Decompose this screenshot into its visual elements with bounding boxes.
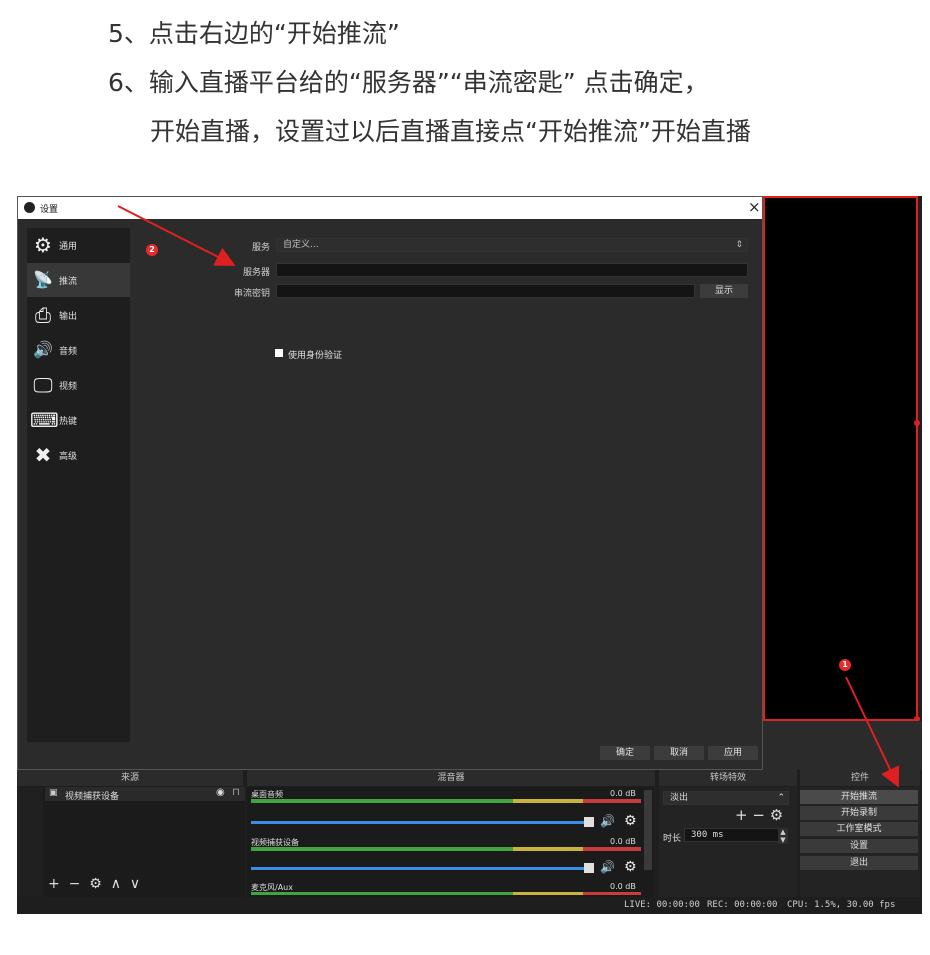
marker-two: 2 — [146, 244, 158, 256]
arrow-to-server — [117, 205, 236, 266]
arrow-to-start-stream — [845, 676, 900, 788]
marker-one: 1 — [839, 659, 851, 671]
annotation-arrows — [117, 205, 900, 788]
